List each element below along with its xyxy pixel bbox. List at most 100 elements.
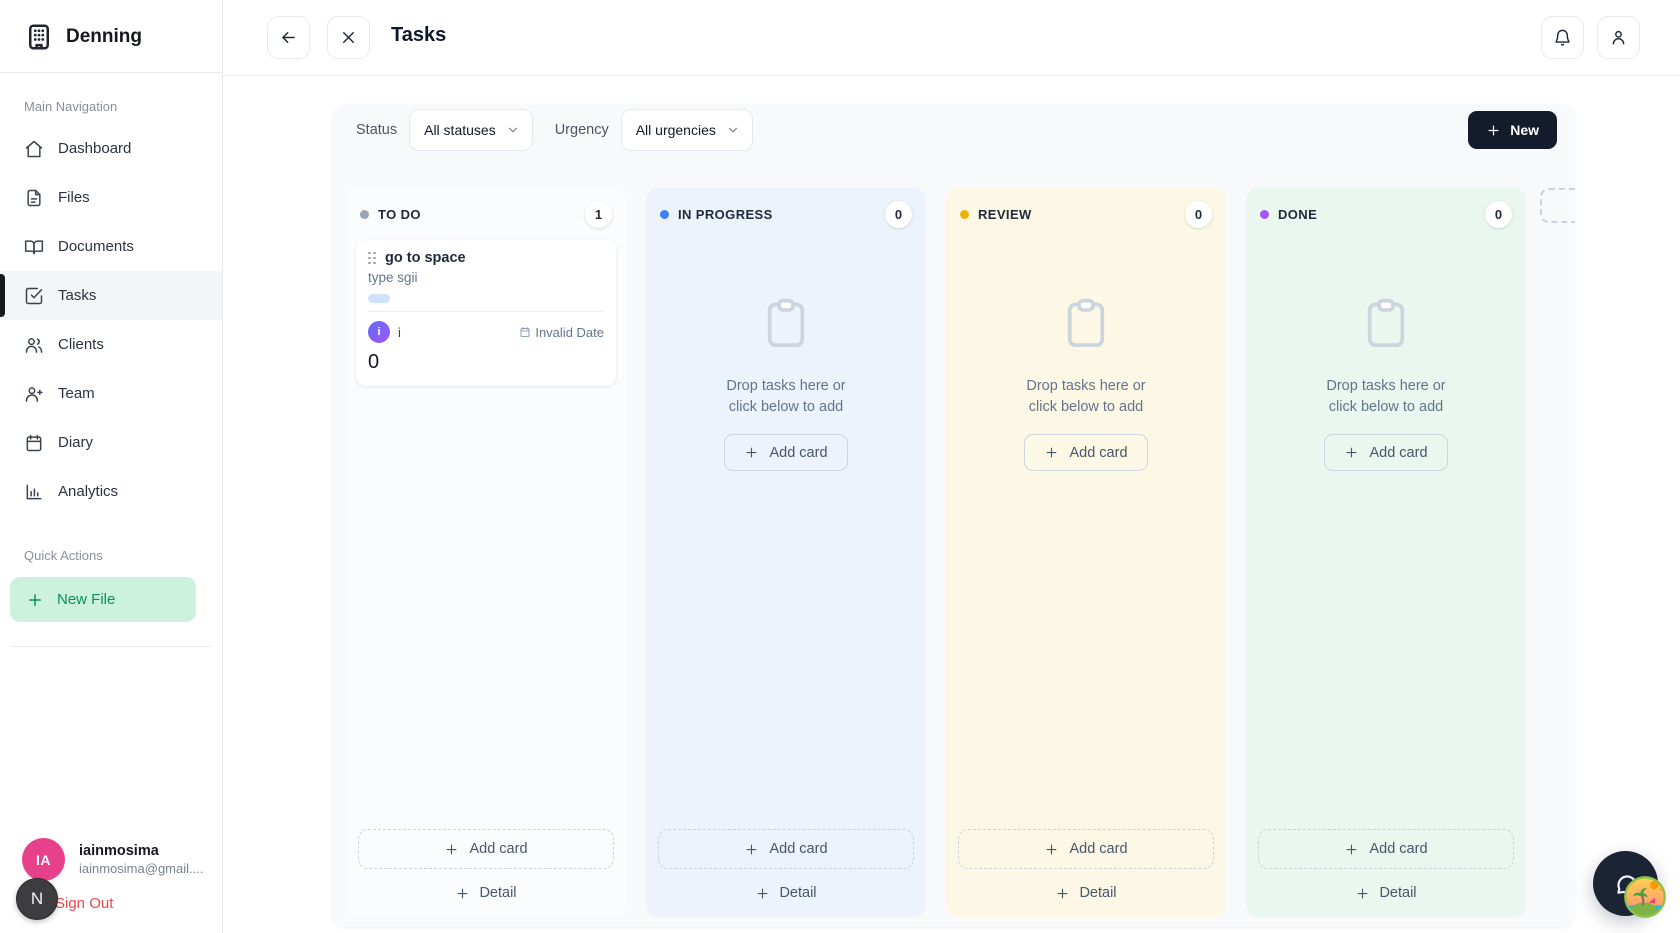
add-card-button[interactable]: Add card <box>1024 434 1147 471</box>
user-plus-icon <box>24 384 44 404</box>
book-open-icon <box>24 237 44 257</box>
status-dot <box>1260 210 1269 219</box>
sidebar-item-label: Documents <box>58 238 134 255</box>
back-button[interactable] <box>267 16 310 59</box>
add-card-button[interactable]: Add card <box>358 829 614 869</box>
divider <box>10 646 212 647</box>
board-columns: TO DO 1 go to space type sgii i i Invali… <box>332 156 1575 927</box>
task-progress: 0 <box>368 351 604 374</box>
detail-button[interactable]: Detail <box>1246 869 1526 917</box>
status-dot <box>660 210 669 219</box>
task-description: type sgii <box>368 270 604 285</box>
add-card-button[interactable]: Add card <box>958 829 1214 869</box>
quick-actions-label: Quick Actions <box>0 516 222 573</box>
sidebar-item-files[interactable]: Files <box>0 173 222 222</box>
app-name: Denning <box>66 26 142 48</box>
sidebar-item-label: Diary <box>58 434 93 451</box>
detail-button[interactable]: Detail <box>346 869 626 917</box>
plus-icon <box>1055 886 1070 901</box>
status-filter-label: Status <box>356 122 397 138</box>
chat-fab-button[interactable] <box>1593 851 1658 916</box>
user-name: iainmosima <box>79 843 203 859</box>
column-count-badge: 0 <box>1485 201 1512 228</box>
tasks-board: Status All statuses Urgency All urgencie… <box>332 104 1575 927</box>
notifications-button[interactable] <box>1541 16 1584 59</box>
extension-badge[interactable]: N <box>16 878 58 920</box>
sidebar-item-analytics[interactable]: Analytics <box>0 467 222 516</box>
column-header: REVIEW 0 <box>946 188 1226 236</box>
column-header: TO DO 1 <box>346 188 626 236</box>
status-select-value: All statuses <box>424 122 496 138</box>
drag-handle-icon[interactable] <box>368 252 376 265</box>
app-logo: Denning <box>0 0 222 72</box>
profile-button[interactable] <box>1597 16 1640 59</box>
status-select[interactable]: All statuses <box>409 109 533 151</box>
chevron-down-icon <box>726 123 740 137</box>
urgency-filter-label: Urgency <box>555 122 609 138</box>
clipboard-icon <box>758 292 814 354</box>
urgency-select[interactable]: All urgencies <box>621 109 753 151</box>
users-icon <box>24 335 44 355</box>
add-column-placeholder[interactable] <box>1540 188 1575 223</box>
sidebar-item-diary[interactable]: Diary <box>0 418 222 467</box>
home-icon <box>24 139 44 159</box>
detail-button[interactable]: Detail <box>946 869 1226 917</box>
sign-out-label: Sign Out <box>55 895 113 912</box>
add-card-button[interactable]: Add card <box>658 829 914 869</box>
plus-icon <box>1344 842 1359 857</box>
plus-icon <box>26 591 44 609</box>
column-count-badge: 0 <box>885 201 912 228</box>
sidebar-item-label: Files <box>58 189 90 206</box>
empty-state: Drop tasks here or click below to add Ad… <box>1246 292 1526 471</box>
clipboard-icon <box>1358 292 1414 354</box>
add-card-button[interactable]: Add card <box>1324 434 1447 471</box>
plus-icon <box>1486 123 1501 138</box>
add-card-button[interactable]: Add card <box>724 434 847 471</box>
sidebar-item-documents[interactable]: Documents <box>0 222 222 271</box>
column-title: IN PROGRESS <box>678 207 773 222</box>
new-file-button[interactable]: New File <box>10 577 196 622</box>
sidebar-item-dashboard[interactable]: Dashboard <box>0 124 222 173</box>
empty-state-text: Drop tasks here or click below to add <box>1326 376 1445 418</box>
plus-icon <box>444 842 459 857</box>
user-profile[interactable]: IA iainmosima iainmosima@gmail.... <box>22 838 203 881</box>
file-icon <box>24 188 44 208</box>
column-header: IN PROGRESS 0 <box>646 188 926 236</box>
detail-button[interactable]: Detail <box>646 869 926 917</box>
sidebar-item-tasks[interactable]: Tasks <box>0 271 222 320</box>
empty-state-text: Drop tasks here or click below to add <box>1026 376 1145 418</box>
sidebar-item-label: Dashboard <box>58 140 131 157</box>
close-button[interactable] <box>327 16 370 59</box>
column-header: DONE 0 <box>1246 188 1526 236</box>
task-card[interactable]: go to space type sgii i i Invalid Date 0 <box>356 240 616 386</box>
empty-state: Drop tasks here or click below to add Ad… <box>646 292 926 471</box>
sidebar-item-clients[interactable]: Clients <box>0 320 222 369</box>
assignee-label: i <box>398 325 401 340</box>
plus-icon <box>1044 842 1059 857</box>
column-title: REVIEW <box>978 207 1032 222</box>
plus-icon <box>744 842 759 857</box>
plus-icon <box>1044 445 1059 460</box>
status-dot <box>960 210 969 219</box>
column-done: DONE 0 Drop tasks here or click below to… <box>1246 188 1526 917</box>
bell-icon <box>1553 28 1572 47</box>
new-task-button[interactable]: New <box>1468 111 1557 149</box>
column-title: DONE <box>1278 207 1317 222</box>
status-dot <box>360 210 369 219</box>
sidebar-item-team[interactable]: Team <box>0 369 222 418</box>
calendar-icon <box>24 433 44 453</box>
new-task-label: New <box>1510 122 1539 138</box>
user-icon <box>1609 28 1628 47</box>
add-card-button[interactable]: Add card <box>1258 829 1514 869</box>
user-email: iainmosima@gmail.... <box>79 861 203 876</box>
clipboard-icon <box>1058 292 1114 354</box>
urgency-select-value: All urgencies <box>636 122 716 138</box>
plus-icon <box>1355 886 1370 901</box>
column-review: REVIEW 0 Drop tasks here or click below … <box>946 188 1226 917</box>
nav-section-label: Main Navigation <box>0 73 222 124</box>
new-file-label: New File <box>57 591 115 608</box>
column-in-progress: IN PROGRESS 0 Drop tasks here or click b… <box>646 188 926 917</box>
calendar-icon <box>519 326 531 338</box>
check-square-icon <box>24 286 44 306</box>
bar-chart-icon <box>24 482 44 502</box>
